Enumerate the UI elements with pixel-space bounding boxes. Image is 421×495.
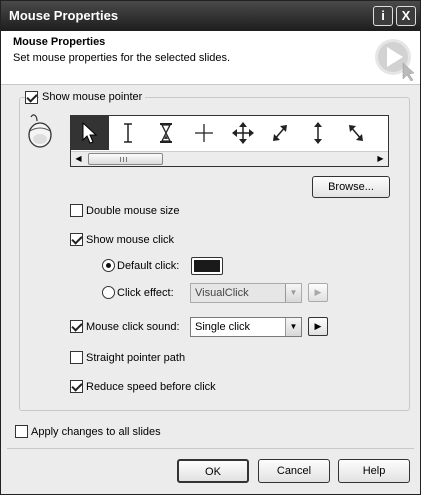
click-effect-select[interactable]: VisualClick ▼ [190, 283, 302, 303]
click-sound-label: Mouse click sound: [86, 321, 180, 333]
header-title: Mouse Properties [13, 36, 106, 48]
default-click-radio[interactable] [102, 259, 115, 272]
cursor-selector[interactable]: ◀ ▶ [70, 115, 389, 167]
cancel-button[interactable]: Cancel [258, 459, 330, 483]
show-click-label: Show mouse click [86, 234, 175, 246]
play-sound-icon[interactable]: ▶ [308, 317, 328, 336]
browse-button[interactable]: Browse... [312, 176, 390, 198]
scroll-thumb[interactable] [88, 153, 163, 165]
click-effect-value: VisualClick [195, 287, 249, 299]
help-button[interactable]: Help [338, 459, 410, 483]
dialog-header: Mouse Properties Set mouse properties fo… [1, 31, 420, 85]
chevron-down-icon: ▼ [285, 284, 301, 302]
cursor-option-hourglass[interactable] [147, 116, 185, 150]
resize-vertical-icon [314, 122, 322, 144]
click-sound-select[interactable]: Single click ▼ [190, 317, 302, 337]
header-description: Set mouse properties for the selected sl… [13, 52, 231, 64]
cursor-scrollbar[interactable]: ◀ ▶ [71, 151, 388, 166]
cursor-option-resize-vertical[interactable] [299, 116, 337, 150]
cursor-option-arrow[interactable] [71, 116, 109, 150]
cursor-option-crosshair[interactable] [185, 116, 223, 150]
crosshair-cursor-icon [195, 124, 213, 142]
cursor-option-partial[interactable] [375, 116, 389, 150]
ibeam-cursor-icon [124, 123, 132, 143]
resize-diagonal-ne-icon [273, 125, 287, 141]
show-pointer-checkbox[interactable] [25, 91, 38, 104]
click-color-fill [194, 260, 220, 272]
play-effect-icon[interactable]: ▶ [308, 283, 328, 302]
scroll-right-icon[interactable]: ▶ [373, 152, 388, 166]
cursor-option-resize-ne[interactable] [261, 116, 299, 150]
click-sound-checkbox[interactable] [70, 320, 83, 333]
cursor-option-ibeam[interactable] [109, 116, 147, 150]
reduce-speed-checkbox[interactable] [70, 380, 83, 393]
double-size-label: Double mouse size [86, 205, 180, 217]
click-effect-radio[interactable] [102, 286, 115, 299]
arrow-cursor-icon [82, 122, 98, 144]
default-click-label: Default click: [117, 260, 180, 272]
ok-button[interactable]: OK [177, 459, 249, 483]
resize-diagonal-nw-icon [349, 125, 363, 141]
footer-divider [7, 448, 414, 449]
mouse-properties-dialog: Mouse Properties i X Mouse Properties Se… [0, 0, 421, 495]
chevron-down-icon: ▼ [285, 318, 301, 336]
double-size-checkbox[interactable] [70, 204, 83, 217]
apply-all-label: Apply changes to all slides [31, 426, 161, 438]
apply-all-checkbox[interactable] [15, 425, 28, 438]
cursor-option-resize-nw[interactable] [337, 116, 375, 150]
partial-cursor-icon [384, 122, 389, 144]
window-title: Mouse Properties [9, 8, 119, 23]
click-color-picker[interactable] [191, 257, 223, 275]
show-click-checkbox[interactable] [70, 233, 83, 246]
hourglass-cursor-icon [160, 123, 172, 143]
show-pointer-label: Show mouse pointer [39, 91, 146, 103]
straight-path-label: Straight pointer path [86, 352, 186, 364]
close-icon[interactable]: X [396, 6, 416, 26]
reduce-speed-label: Reduce speed before click [86, 381, 216, 393]
cursor-option-move[interactable] [223, 116, 261, 150]
click-effect-label: Click effect: [117, 287, 174, 299]
info-icon[interactable]: i [373, 6, 393, 26]
mouse-icon [28, 114, 52, 148]
scroll-left-icon[interactable]: ◀ [71, 152, 86, 166]
click-sound-value: Single click [195, 321, 251, 333]
title-bar: Mouse Properties i X [1, 1, 420, 31]
move-cursor-icon [232, 122, 254, 144]
straight-path-checkbox[interactable] [70, 351, 83, 364]
play-cursor-logo-icon [375, 39, 415, 81]
